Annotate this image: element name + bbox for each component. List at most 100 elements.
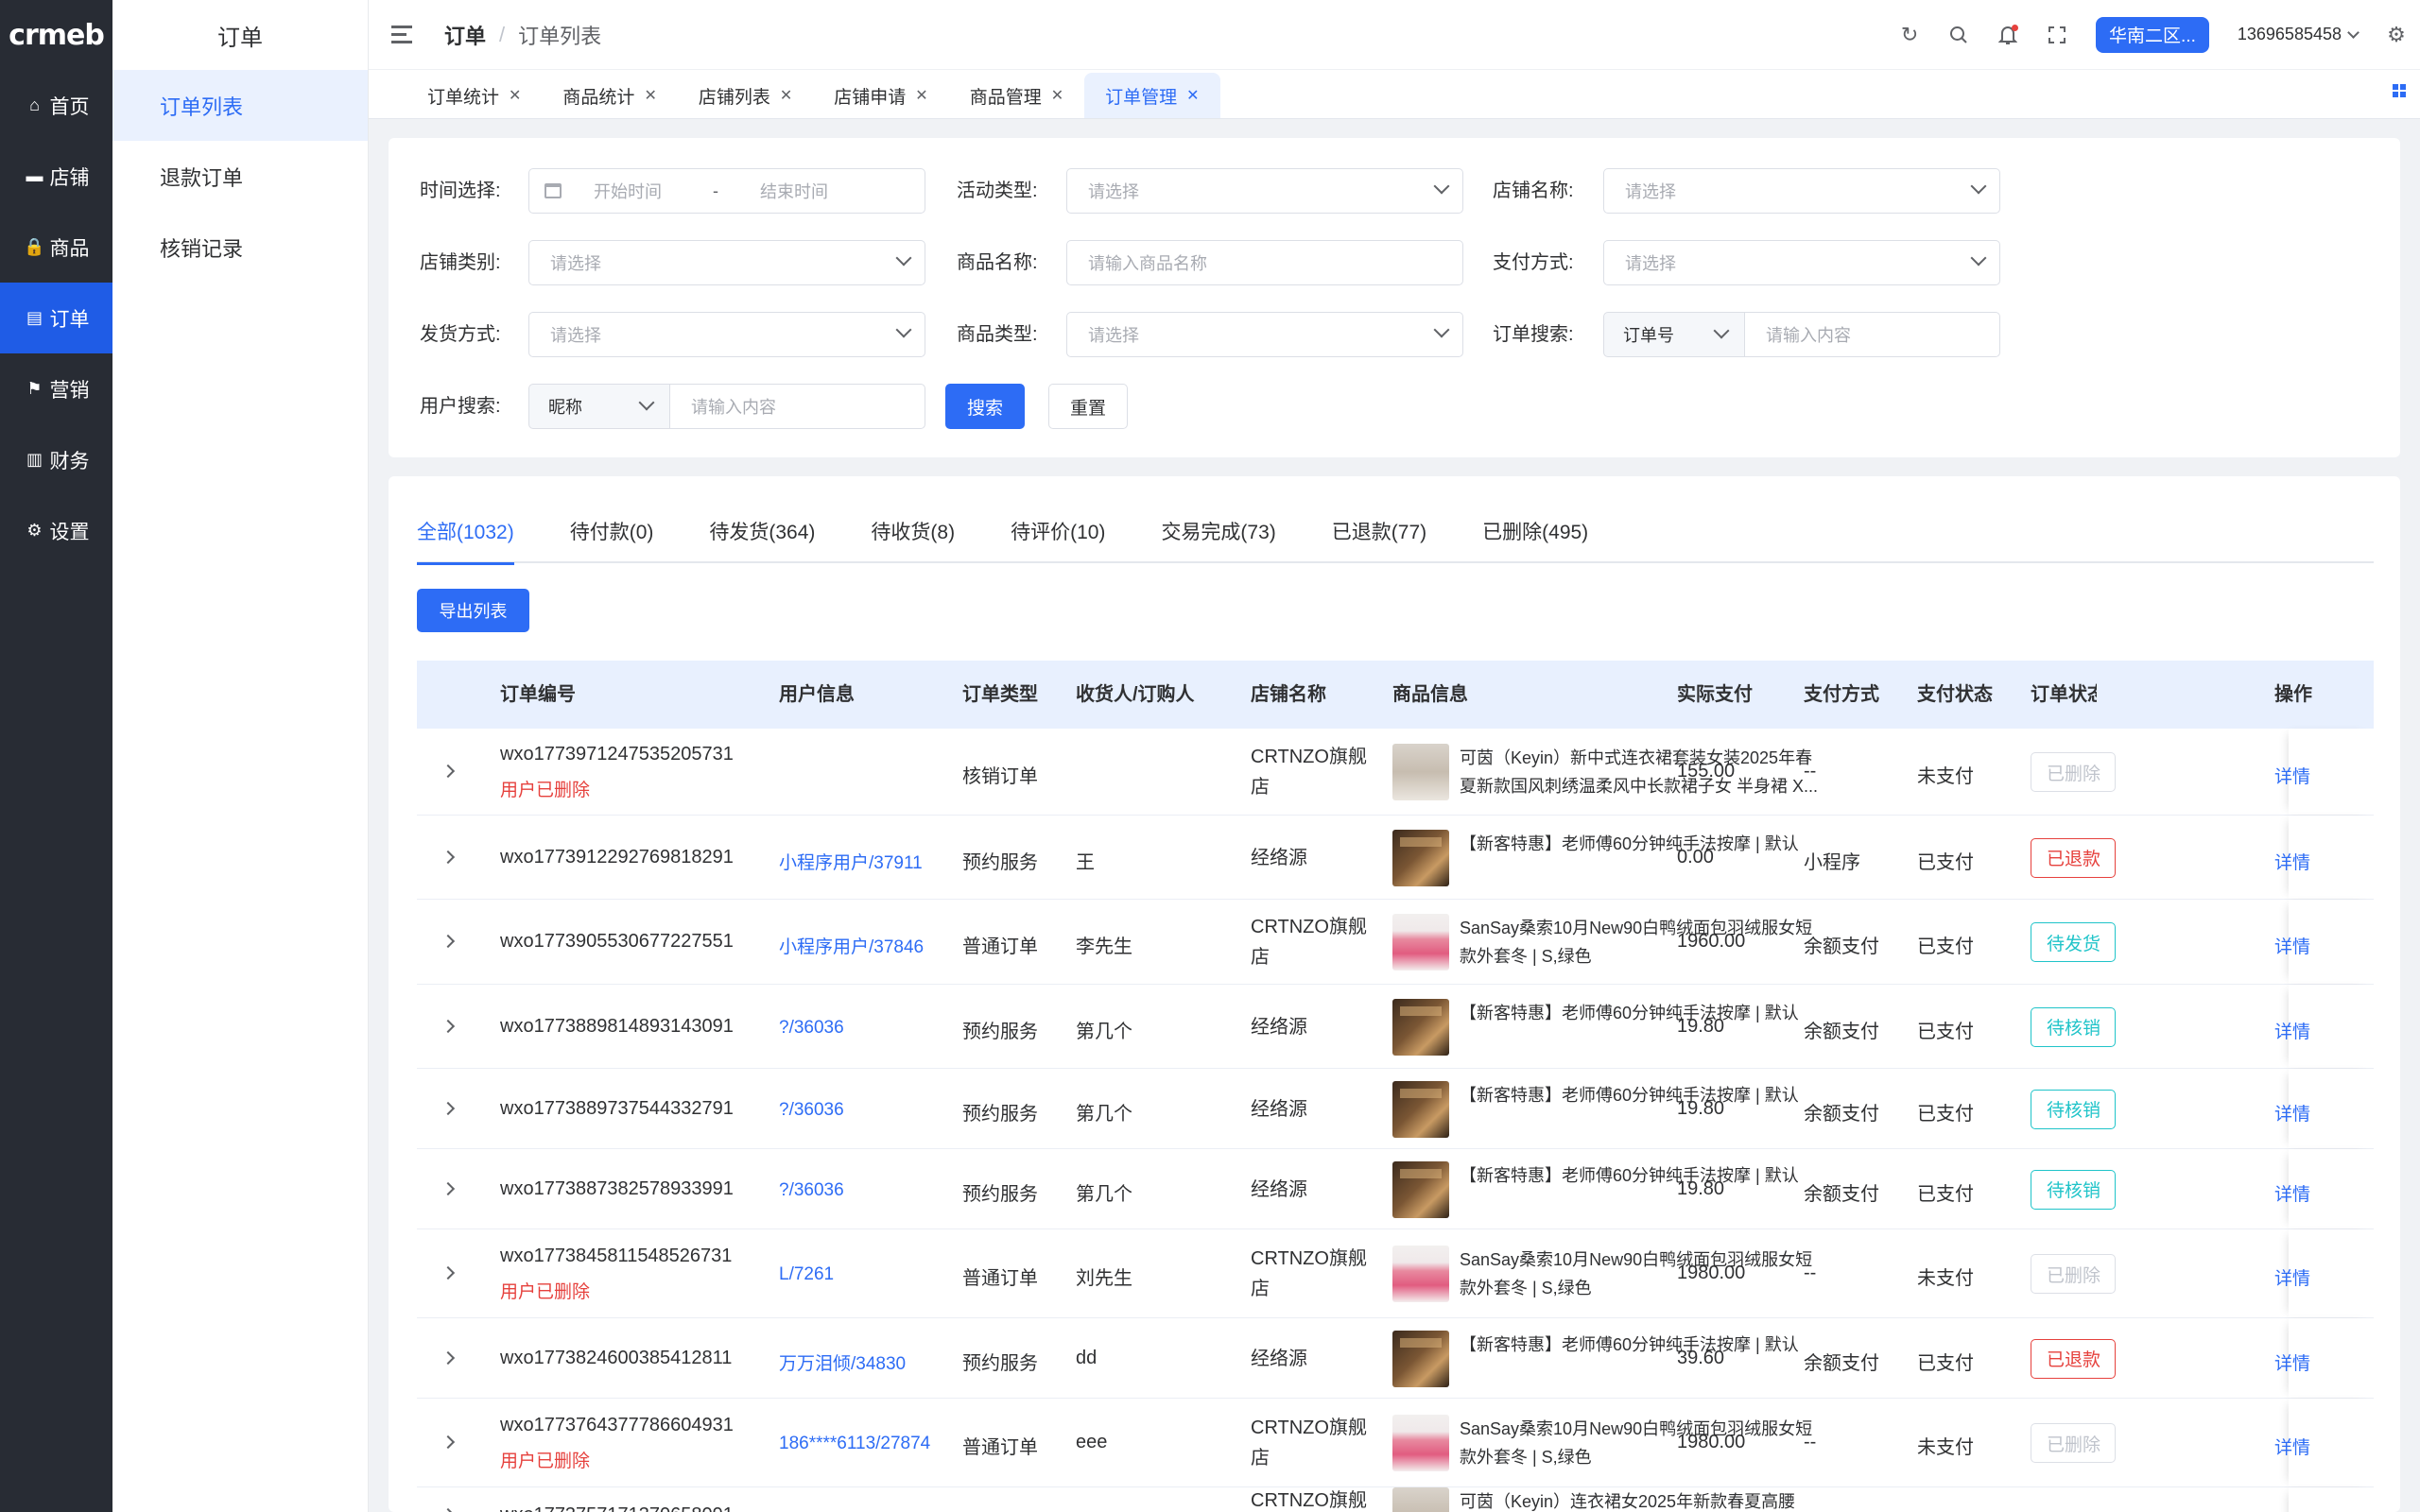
- breadcrumb-item-order[interactable]: 订单: [444, 20, 486, 50]
- gear-icon[interactable]: ⚙: [2386, 23, 2407, 46]
- order-number: wxo1773889737544332791: [500, 1097, 734, 1119]
- detail-link[interactable]: 详情: [2274, 1349, 2310, 1375]
- date-range-picker[interactable]: 开始时间 - 结束时间: [528, 168, 925, 214]
- tag-tab[interactable]: 商品管理 ✕: [949, 73, 1084, 118]
- sidebar-item-marketing[interactable]: ⚑ 营销: [0, 353, 112, 424]
- expand-row-icon[interactable]: [441, 764, 456, 779]
- chevron-down-icon: [1436, 180, 1447, 192]
- expand-row-icon[interactable]: [441, 1265, 456, 1280]
- user-info-link[interactable]: 186****6113/27874: [779, 1434, 930, 1454]
- status-tab[interactable]: 已退款(77): [1332, 514, 1426, 563]
- expand-row-icon[interactable]: [441, 1101, 456, 1115]
- goods-thumbnail[interactable]: [1392, 1330, 1449, 1387]
- status-tab[interactable]: 待发货(364): [709, 514, 815, 563]
- order-search-input[interactable]: 请输入内容: [1744, 312, 2000, 357]
- close-icon[interactable]: ✕: [915, 86, 927, 105]
- tag-tab[interactable]: 商品统计 ✕: [542, 73, 677, 118]
- status-tab[interactable]: 待评价(10): [1011, 514, 1105, 563]
- pay-method: 小程序: [1804, 851, 1860, 873]
- refresh-icon[interactable]: ↻: [1899, 23, 1920, 46]
- sidebar-item-store[interactable]: ▬ 店铺: [0, 141, 112, 212]
- expand-row-icon[interactable]: [441, 850, 456, 864]
- store-name-label: 店铺名称:: [1493, 180, 1574, 201]
- close-icon[interactable]: ✕: [1186, 86, 1199, 105]
- sidebar-item-finance[interactable]: ▥ 财务: [0, 424, 112, 495]
- tag-tab[interactable]: 订单管理 ✕: [1084, 73, 1220, 118]
- expand-row-icon[interactable]: [441, 1435, 456, 1450]
- goods-thumbnail[interactable]: [1392, 914, 1449, 971]
- grid-menu-icon[interactable]: [2392, 83, 2407, 103]
- user-info-link[interactable]: ?/36036: [779, 1100, 844, 1121]
- close-icon[interactable]: ✕: [1051, 86, 1063, 105]
- region-switch-button[interactable]: 华南二区...: [2096, 16, 2209, 53]
- user-search-input[interactable]: 请输入内容: [669, 384, 925, 429]
- goods-name-input[interactable]: 请输入商品名称: [1066, 240, 1463, 285]
- detail-link[interactable]: 详情: [2274, 1434, 2310, 1459]
- user-info-link[interactable]: L/7261: [779, 1264, 834, 1285]
- goods-thumbnail[interactable]: [1392, 829, 1449, 886]
- pay-method-select[interactable]: 请选择: [1603, 240, 2000, 285]
- submenu-item[interactable]: 订单列表: [112, 70, 368, 141]
- order-search-field-select[interactable]: 订单号: [1603, 312, 1745, 357]
- user-info-link[interactable]: 万万泪倾/34830: [779, 1349, 906, 1375]
- goods-thumbnail[interactable]: [1392, 1487, 1449, 1512]
- search-icon[interactable]: [1948, 25, 1969, 45]
- detail-link[interactable]: 详情: [2274, 1180, 2310, 1206]
- sidebar-item-home[interactable]: ⌂ 首页: [0, 70, 112, 141]
- sidebar-item-order[interactable]: ▤ 订单: [0, 283, 112, 353]
- user-info-link[interactable]: ?/36036: [779, 1018, 844, 1039]
- tag-tab[interactable]: 店铺申请 ✕: [813, 73, 948, 118]
- status-tab[interactable]: 待收货(8): [871, 514, 955, 563]
- submenu-item[interactable]: 核销记录: [112, 212, 368, 283]
- goods-thumbnail[interactable]: [1392, 1246, 1449, 1302]
- close-icon[interactable]: ✕: [780, 86, 792, 105]
- reset-button[interactable]: 重置: [1048, 384, 1128, 429]
- goods-thumbnail[interactable]: [1392, 1080, 1449, 1138]
- sidebar-item-goods[interactable]: 🔒 商品: [0, 212, 112, 283]
- export-list-button[interactable]: 导出列表: [417, 589, 529, 632]
- detail-link[interactable]: 详情: [2274, 763, 2310, 788]
- store-name-select[interactable]: 请选择: [1603, 168, 2000, 214]
- goods-info: 可茵（Keyin）连衣裙女2025年新款春夏高腰: [1460, 1492, 1796, 1511]
- crmeb-logo[interactable]: crmeb: [0, 0, 112, 70]
- goods-thumbnail[interactable]: [1392, 744, 1449, 800]
- menu-toggle-icon[interactable]: [391, 26, 414, 43]
- detail-link[interactable]: 详情: [2274, 1264, 2310, 1290]
- sidebar-item-settings[interactable]: ⚙ 设置: [0, 495, 112, 566]
- status-tab[interactable]: 交易完成(73): [1161, 514, 1275, 563]
- detail-link[interactable]: 详情: [2274, 933, 2310, 958]
- goods-thumbnail[interactable]: [1392, 1160, 1449, 1218]
- store-category-select[interactable]: 请选择: [528, 240, 925, 285]
- submenu-item[interactable]: 退款订单: [112, 141, 368, 212]
- fullscreen-icon[interactable]: [2047, 25, 2067, 45]
- goods-thumbnail[interactable]: [1392, 998, 1449, 1056]
- expand-row-icon[interactable]: [441, 1507, 456, 1512]
- close-icon[interactable]: ✕: [509, 86, 521, 105]
- user-info-link[interactable]: 小程序用户/37846: [779, 933, 924, 958]
- user-info-link[interactable]: 小程序用户/37911: [779, 849, 923, 874]
- status-tab[interactable]: 全部(1032): [417, 514, 514, 565]
- bell-icon[interactable]: [1997, 24, 2019, 45]
- goods-thumbnail[interactable]: [1392, 1415, 1449, 1471]
- expand-row-icon[interactable]: [441, 1019, 456, 1033]
- tag-tab[interactable]: 订单统计 ✕: [406, 73, 542, 118]
- end-time-input[interactable]: 结束时间: [760, 179, 828, 203]
- expand-row-icon[interactable]: [441, 934, 456, 949]
- detail-link[interactable]: 详情: [2274, 1018, 2310, 1043]
- status-tab[interactable]: 待付款(0): [570, 514, 654, 563]
- status-tab[interactable]: 已删除(495): [1482, 514, 1588, 563]
- ship-method-select[interactable]: 请选择: [528, 312, 925, 357]
- search-button[interactable]: 搜索: [945, 384, 1025, 429]
- detail-link[interactable]: 详情: [2274, 1100, 2310, 1125]
- detail-link[interactable]: 详情: [2274, 849, 2310, 874]
- user-info-link[interactable]: ?/36036: [779, 1180, 844, 1201]
- start-time-input[interactable]: 开始时间: [594, 179, 707, 203]
- user-menu[interactable]: 13696585458: [2238, 25, 2360, 44]
- tag-tab[interactable]: 店铺列表 ✕: [678, 73, 813, 118]
- user-search-field-select[interactable]: 昵称: [528, 384, 670, 429]
- expand-row-icon[interactable]: [441, 1181, 456, 1195]
- expand-row-icon[interactable]: [441, 1350, 456, 1365]
- activity-type-select[interactable]: 请选择: [1066, 168, 1463, 214]
- close-icon[interactable]: ✕: [644, 86, 656, 105]
- goods-type-select[interactable]: 请选择: [1066, 312, 1463, 357]
